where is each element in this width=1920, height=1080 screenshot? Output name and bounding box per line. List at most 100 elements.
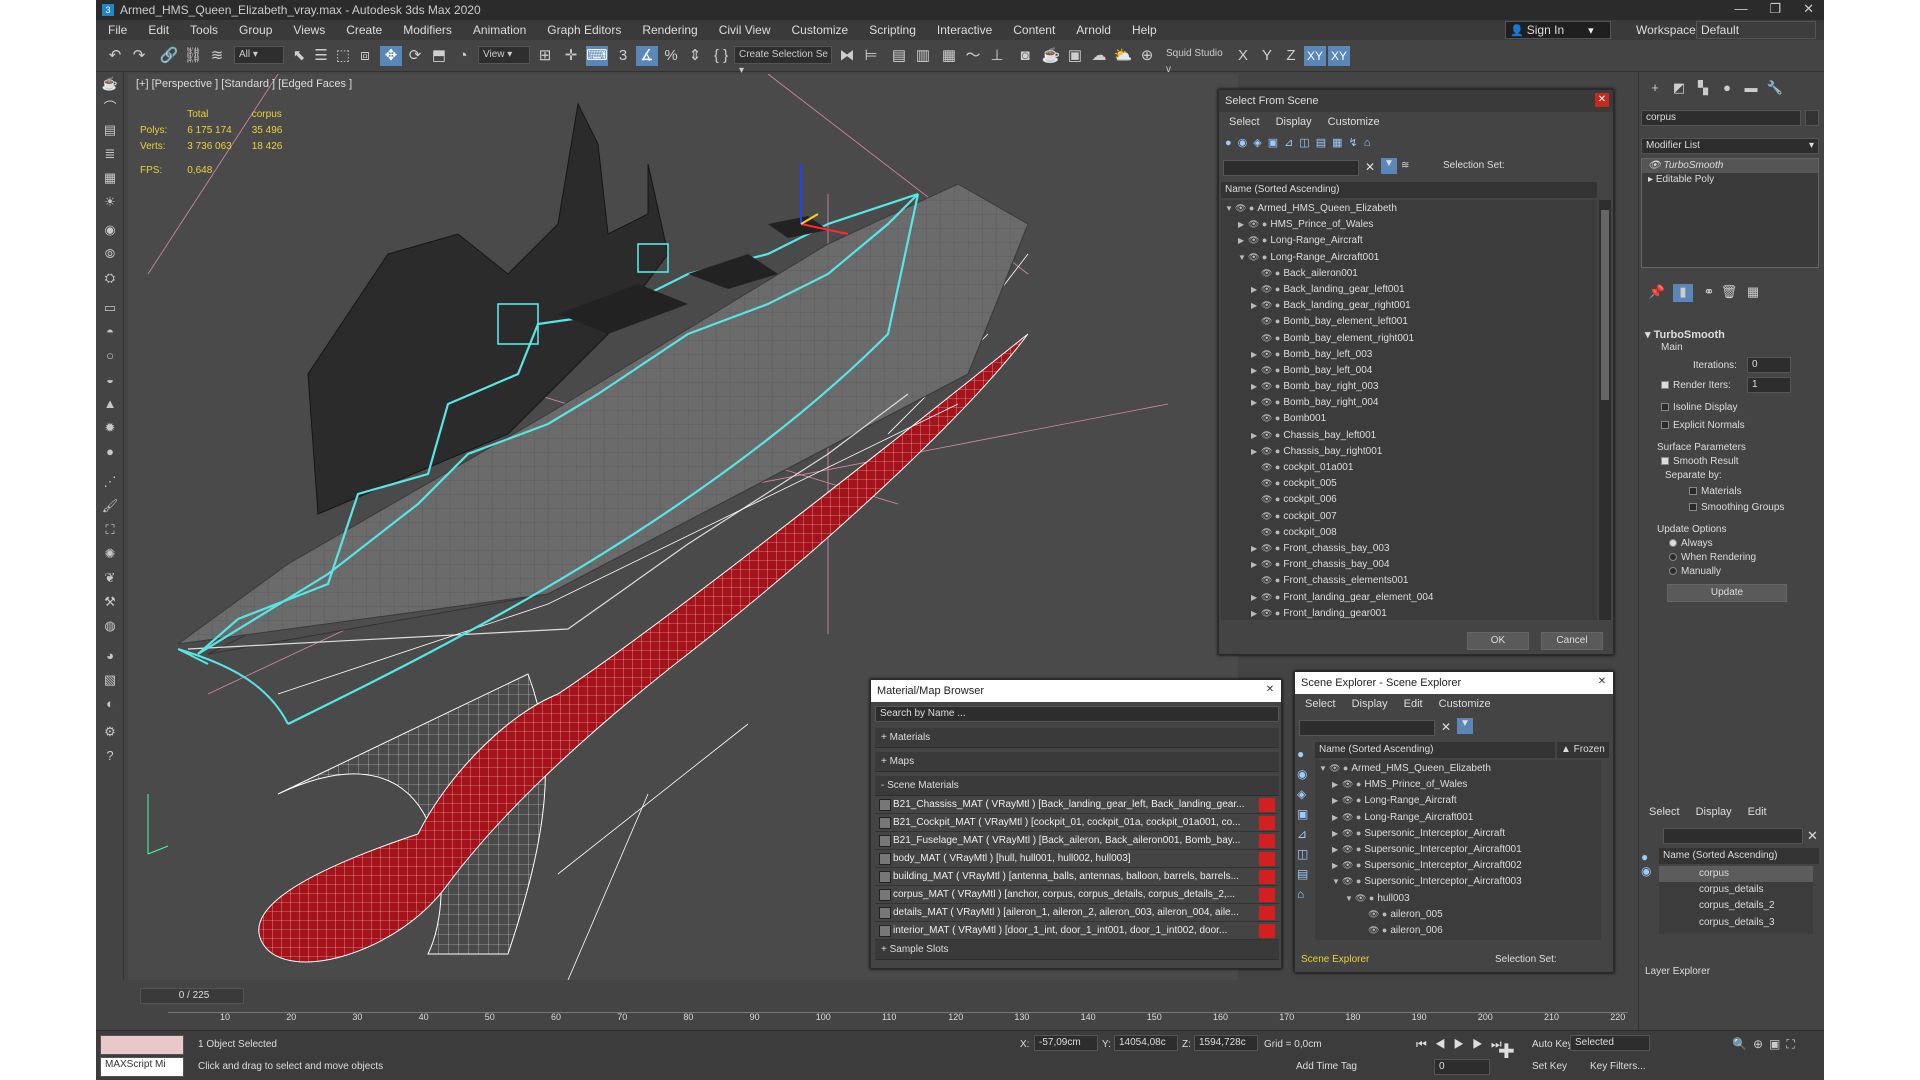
expand-arrow-icon[interactable]: ▶: [1251, 379, 1261, 395]
menu-help[interactable]: Help: [1132, 23, 1157, 37]
layer-sort-layers-icon[interactable]: ◉: [1641, 864, 1657, 878]
material-search-input[interactable]: Search by Name ...: [875, 706, 1279, 722]
modifier-list-dropdown[interactable]: Modifier List ▾: [1641, 138, 1819, 154]
tree-row[interactable]: ▼ 👁 ● Armed_HMS_Queen_Elizabeth: [1221, 200, 1597, 216]
se-menu-select[interactable]: Select: [1305, 698, 1336, 710]
scene-materials-section[interactable]: - Scene Materials: [875, 776, 1279, 796]
visibility-eye-icon[interactable]: 👁 ●: [1342, 812, 1361, 822]
visibility-eye-icon[interactable]: 👁 ●: [1261, 511, 1280, 521]
place-icon[interactable]: ◔: [452, 46, 474, 66]
tree-row[interactable]: 👁 ● aileron_005: [1315, 906, 1601, 922]
create-teapot-icon[interactable]: ☕: [100, 74, 120, 94]
tree-row[interactable]: ▶ 👁 ● Bomb_bay_right_003: [1221, 378, 1597, 394]
expand-arrow-icon[interactable]: ▶: [1251, 590, 1261, 606]
visibility-eye-icon[interactable]: 👁 ●: [1248, 252, 1267, 262]
tree-row[interactable]: 👁 ● cockpit_005: [1221, 475, 1597, 491]
set-key-button[interactable]: Set Key: [1532, 1061, 1567, 1072]
menu-scripting[interactable]: Scripting: [869, 23, 916, 37]
sfs-menu-display[interactable]: Display: [1276, 116, 1312, 128]
se-frozen-header[interactable]: ▲ Frozen: [1557, 742, 1609, 758]
box-icon[interactable]: ▭: [100, 298, 120, 318]
snaps-toggle-icon[interactable]: 3: [612, 46, 634, 66]
sep-smoothing-row[interactable]: Smoothing Groups: [1689, 502, 1784, 513]
visibility-eye-icon[interactable]: 👁 ●: [1261, 478, 1280, 488]
tree-row[interactable]: ▶ 👁 ● Back_landing_gear_right001: [1221, 297, 1597, 313]
update-rendering-row[interactable]: When Rendering: [1669, 552, 1756, 563]
paint-icon[interactable]: 🖌: [100, 496, 120, 516]
visibility-eye-icon[interactable]: 👁 ●: [1261, 316, 1280, 326]
layer-search-clear-icon[interactable]: ✕: [1807, 828, 1818, 844]
keyboard-shortcut-icon[interactable]: ⌨: [586, 46, 608, 66]
spinner-snap-icon[interactable]: ⇕: [684, 46, 706, 66]
expand-arrow-icon[interactable]: ▼: [1345, 891, 1355, 907]
expand-arrow-icon[interactable]: ▶: [1238, 233, 1248, 249]
undo-icon[interactable]: ↶: [104, 46, 126, 66]
sample-slots-section[interactable]: + Sample Slots: [875, 940, 1279, 960]
visibility-eye-icon[interactable]: 👁 ●: [1261, 543, 1280, 553]
visibility-eye-icon[interactable]: 👁 ●: [1235, 203, 1254, 213]
visibility-eye-icon[interactable]: 👁 ●: [1261, 284, 1280, 294]
tree-row[interactable]: 👁 ● Bomb_bay_element_left001: [1221, 313, 1597, 329]
scene-material-item[interactable]: B21_Fuselage_MAT ( VRayMtl ) [Back_ailer…: [875, 832, 1279, 850]
menu-edit[interactable]: Edit: [148, 23, 169, 37]
expand-arrow-icon[interactable]: ▶: [1251, 363, 1261, 379]
sep-materials-checkbox[interactable]: [1689, 487, 1697, 496]
sfs-menu-select[interactable]: Select: [1229, 116, 1260, 128]
object-color-swatch[interactable]: [1805, 110, 1819, 126]
sign-in-dropdown[interactable]: 👤 Sign In ▾: [1505, 21, 1611, 39]
workspace-select[interactable]: Default: [1696, 21, 1816, 39]
render-iters-spinner[interactable]: 1: [1747, 377, 1791, 393]
scene-material-item[interactable]: details_MAT ( VRayMtl ) [aileron_1, aile…: [875, 904, 1279, 922]
visibility-eye-icon[interactable]: 👁 ●: [1329, 763, 1348, 773]
pin-stack-icon[interactable]: 📌: [1647, 284, 1667, 302]
gold-sphere-icon[interactable]: ●: [100, 442, 120, 462]
select-by-name-icon[interactable]: ☰: [310, 46, 332, 66]
visibility-eye-icon[interactable]: 👁 ●: [1261, 446, 1280, 456]
sfs-scrollbar[interactable]: [1599, 200, 1611, 620]
se-footer-label[interactable]: Scene Explorer: [1301, 954, 1369, 965]
time-slider-thumb[interactable]: 0 / 225: [140, 988, 244, 1004]
update-always-row[interactable]: Always: [1669, 538, 1713, 549]
visibility-eye-icon[interactable]: 👁 ●: [1261, 592, 1280, 602]
se-search-input[interactable]: [1299, 720, 1435, 736]
tree-row[interactable]: ▶ 👁 ● HMS_Prince_of_Wales: [1315, 776, 1601, 792]
render-icon[interactable]: ☁: [1088, 46, 1110, 66]
smooth-result-row[interactable]: Smooth Result: [1661, 456, 1739, 467]
viewport-label[interactable]: [+] [Perspective ] [Standard ] [Edged Fa…: [136, 78, 352, 90]
cone-icon[interactable]: ▲: [100, 394, 120, 414]
scene-material-item[interactable]: interior_MAT ( VRayMtl ) [door_1_int, do…: [875, 922, 1279, 940]
se-menu-customize[interactable]: Customize: [1439, 698, 1491, 710]
tree-row[interactable]: 👁 ● cockpit_006: [1221, 491, 1597, 507]
set-key-plus-icon[interactable]: ✚: [1498, 1039, 1515, 1064]
menu-create[interactable]: Create: [346, 23, 382, 37]
layer-menu-select[interactable]: Select: [1649, 806, 1680, 818]
tree-row[interactable]: ▶ 👁 ● Chassis_bay_right001: [1221, 443, 1597, 459]
visibility-eye-icon[interactable]: 👁 ●: [1342, 779, 1361, 789]
menu-group[interactable]: Group: [239, 23, 272, 37]
update-rendering-radio[interactable]: [1669, 553, 1677, 562]
tree-row[interactable]: ▶ 👁 ● Supersonic_Interceptor_Aircraft002: [1315, 857, 1601, 873]
tree-row[interactable]: ▶ 👁 ● Back_landing_gear_left001: [1221, 281, 1597, 297]
menu-views[interactable]: Views: [293, 23, 325, 37]
iterations-spinner[interactable]: 0: [1747, 357, 1791, 373]
select-manipulate-icon[interactable]: ✛: [560, 46, 582, 66]
tree-row[interactable]: ▶ 👁 ● Front_chassis_bay_004: [1221, 556, 1597, 572]
scene-material-item[interactable]: B21_Chassiss_MAT ( VRayMtl ) [Back_landi…: [875, 796, 1279, 814]
visibility-eye-icon[interactable]: 👁 ●: [1248, 219, 1267, 229]
tree-row[interactable]: ▶ 👁 ● Long-Range_Aircraft: [1221, 232, 1597, 248]
sphere-icon[interactable]: ○: [100, 346, 120, 366]
helper-icon[interactable]: ⦾: [100, 244, 120, 264]
se-side-tools[interactable]: ● ◉ ◈ ▣ ⊿ ◫ ▤ ⌂: [1297, 744, 1313, 944]
dome-icon[interactable]: ◓: [100, 322, 120, 342]
menu-rendering[interactable]: Rendering: [642, 23, 697, 37]
hair-icon[interactable]: ⋰: [100, 472, 120, 492]
create-shape-icon[interactable]: ⌒: [100, 98, 120, 118]
bind-space-warp-icon[interactable]: ≋: [206, 46, 228, 66]
curve-editor-icon[interactable]: 〜: [962, 46, 984, 66]
tree-row[interactable]: ▼ 👁 ● hull003: [1315, 890, 1601, 906]
z-coord-field[interactable]: 1594,728c: [1194, 1035, 1258, 1051]
se-filter-icon[interactable]: ▼: [1457, 718, 1473, 734]
menu-customize[interactable]: Customize: [792, 23, 849, 37]
layer-explorer-footer[interactable]: Layer Explorer: [1645, 966, 1710, 977]
layer-search-input[interactable]: [1663, 828, 1803, 844]
